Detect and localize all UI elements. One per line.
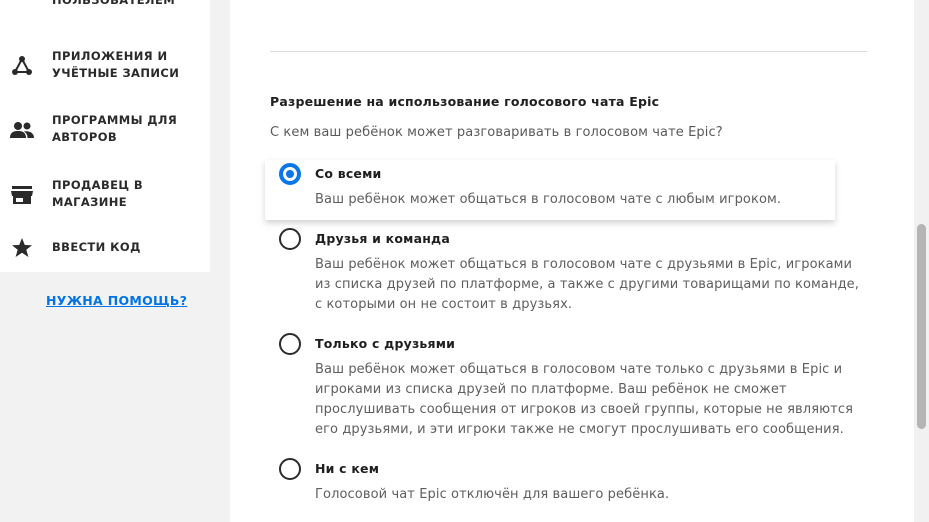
option-description: Голосовой чат Epic отключён для вашего р… <box>315 487 670 502</box>
sidebar-item-label: ПРОГРАММЫ ДЛЯ АВТОРОВ <box>52 113 178 144</box>
option-title: Со всеми <box>315 166 382 181</box>
sidebar-item-redeem-code[interactable]: ВВЕСТИ КОД <box>0 230 210 280</box>
sidebar-item-label: ПРИЛОЖЕНИЯ И УЧЁТНЫЕ ЗАПИСИ <box>52 49 180 80</box>
radio-button[interactable] <box>279 458 301 480</box>
radio-button[interactable] <box>279 333 301 355</box>
sidebar-item-label: ВВЕСТИ КОД <box>52 240 141 254</box>
sidebar-item-label: ПРОДАВЕЦ В МАГАЗИНЕ <box>52 178 144 209</box>
help-link[interactable]: НУЖНА ПОМОЩЬ? <box>46 293 187 308</box>
radio-button-checked[interactable] <box>279 163 301 185</box>
scrollbar-thumb[interactable] <box>917 224 926 429</box>
sidebar-nav-card: ПОЛЬЗОВАТЕЛЕМ ПРИЛОЖЕНИЯ И УЧЁТНЫЕ ЗАПИС… <box>0 0 210 272</box>
sidebar-item-apps-accounts[interactable]: ПРИЛОЖЕНИЯ И УЧЁТНЫЕ ЗАПИСИ <box>0 44 210 94</box>
divider <box>270 51 867 52</box>
sidebar-item-store-seller[interactable]: ПРОДАВЕЦ В МАГАЗИНЕ <box>0 173 210 223</box>
sidebar-item-label: ПОЛЬЗОВАТЕЛЕМ <box>52 0 176 7</box>
sidebar-item-user-settings[interactable]: ПОЛЬЗОВАТЕЛЕМ <box>0 0 210 42</box>
page: ПОЛЬЗОВАТЕЛЕМ ПРИЛОЖЕНИЯ И УЧЁТНЫЕ ЗАПИС… <box>0 0 929 522</box>
store-icon <box>10 183 34 207</box>
people-icon <box>10 118 34 142</box>
sidebar-item-creator-programs[interactable]: ПРОГРАММЫ ДЛЯ АВТОРОВ <box>0 108 210 158</box>
option-title: Только с друзьями <box>315 336 456 351</box>
section-question: С кем ваш ребёнок может разговаривать в … <box>270 125 723 140</box>
main-content: Разрешение на использование голосового ч… <box>230 0 914 522</box>
option-description: Ваш ребёнок может общаться в голосовом ч… <box>315 192 782 207</box>
star-icon <box>10 236 34 260</box>
option-description: Ваш ребёнок может общаться в голосовом ч… <box>315 362 853 437</box>
connections-icon <box>10 54 34 78</box>
option-title: Ни с кем <box>315 461 380 476</box>
page-scrollbar[interactable] <box>914 0 929 522</box>
radio-button[interactable] <box>279 228 301 250</box>
section-title: Разрешение на использование голосового ч… <box>270 94 660 109</box>
option-title: Друзья и команда <box>315 231 450 246</box>
option-description: Ваш ребёнок может общаться в голосовом ч… <box>315 257 859 312</box>
